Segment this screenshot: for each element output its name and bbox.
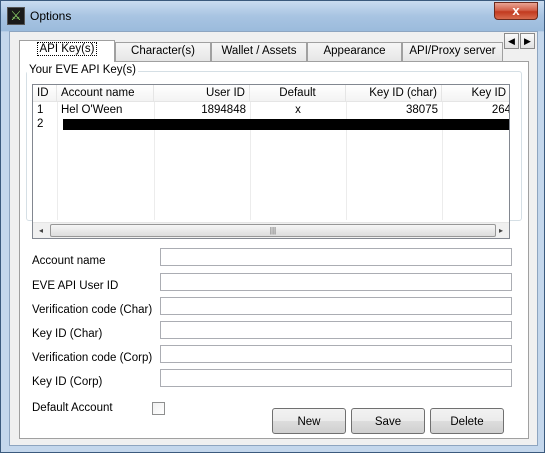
horizontal-scrollbar[interactable]: ◂ ||| ▸ [33, 222, 509, 238]
tab-api-proxy-server[interactable]: API/Proxy server [402, 42, 503, 61]
tab-appearance[interactable]: Appearance [307, 42, 402, 61]
scroll-left-icon[interactable]: ◂ [33, 224, 49, 238]
new-button[interactable]: New [272, 408, 346, 434]
cell-id: 1 [37, 104, 44, 116]
table-row[interactable]: 1 Hel O'Ween 1894848 x 38075 264 [33, 103, 509, 117]
column-header-id[interactable]: ID [33, 85, 57, 102]
column-header-key-id[interactable]: Key ID [442, 85, 509, 102]
app-icon: ⚔ [7, 7, 25, 25]
column-header-user-id[interactable]: User ID [154, 85, 250, 102]
default-account-label: Default Account [32, 402, 113, 414]
close-button[interactable]: x [494, 2, 538, 20]
client-area: API Key(s) Character(s) Wallet / Assets … [9, 31, 538, 446]
tab-scroll-right-icon[interactable]: ▶ [520, 33, 535, 49]
options-window: ⚔ Options x API Key(s) Character(s) Wall… [0, 0, 545, 453]
keyid-corp-label: Key ID (Corp) [32, 376, 103, 388]
vcode-char-label: Verification code (Char) [32, 304, 153, 316]
keyid-char-field[interactable] [160, 321, 512, 339]
tab-label: API Key(s) [36, 42, 98, 56]
keyid-corp-field[interactable] [160, 369, 512, 387]
cell-user-id: 1894848 [201, 104, 246, 116]
api-keys-panel: Your EVE API Key(s) ID Account name User… [19, 61, 529, 439]
window-title: Options [30, 9, 72, 23]
table-row[interactable]: 2 [33, 117, 509, 131]
list-header: ID Account name User ID Default Key ID (… [33, 85, 509, 102]
tab-characters[interactable]: Character(s) [115, 42, 211, 61]
account-name-field[interactable] [160, 248, 512, 266]
title-bar[interactable]: ⚔ Options x [1, 1, 544, 31]
cell-id: 2 [37, 118, 44, 130]
tab-scroll-left-icon[interactable]: ◀ [504, 33, 519, 49]
user-id-label: EVE API User ID [32, 280, 119, 292]
tab-strip: API Key(s) Character(s) Wallet / Assets … [19, 40, 503, 62]
api-keys-list[interactable]: ID Account name User ID Default Key ID (… [32, 84, 510, 239]
column-header-default[interactable]: Default [250, 85, 346, 102]
column-header-key-id-char[interactable]: Key ID (char) [346, 85, 442, 102]
vcode-char-field[interactable] [160, 297, 512, 315]
cell-account-name: Hel O'Ween [61, 104, 123, 116]
keyid-char-label: Key ID (Char) [32, 328, 103, 340]
save-button[interactable]: Save [351, 408, 425, 434]
scrollbar-thumb[interactable]: ||| [50, 224, 496, 237]
cell-key-id-char: 38075 [406, 104, 438, 116]
vcode-corp-label: Verification code (Corp) [32, 352, 153, 364]
selected-row-highlight [63, 119, 509, 130]
column-header-account-name[interactable]: Account name [57, 85, 154, 102]
user-id-field[interactable] [160, 273, 512, 291]
tab-api-keys[interactable]: API Key(s) [19, 40, 115, 62]
groupbox-legend: Your EVE API Key(s) [27, 64, 138, 76]
delete-button[interactable]: Delete [430, 408, 504, 434]
cell-key-id: 264 [491, 104, 510, 116]
cell-default: x [295, 104, 301, 116]
vcode-corp-field[interactable] [160, 345, 512, 363]
scroll-right-icon[interactable]: ▸ [493, 224, 509, 238]
default-account-checkbox[interactable] [152, 402, 165, 415]
account-name-label: Account name [32, 255, 106, 267]
tab-wallet-assets[interactable]: Wallet / Assets [211, 42, 307, 61]
